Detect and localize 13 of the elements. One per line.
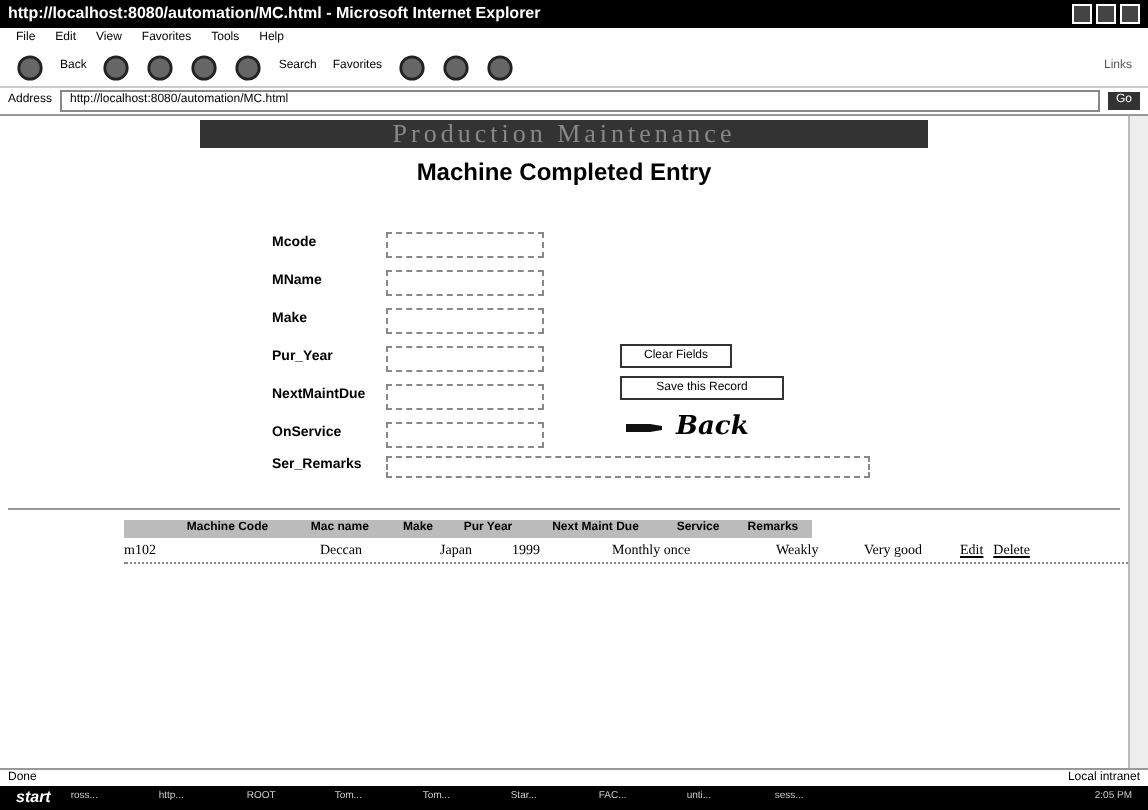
window-title: http://localhost:8080/automation/MC.html - Microsoft Internet Explorer	[8, 2, 541, 26]
start-button[interactable]: start	[16, 786, 51, 810]
text-field[interactable]	[386, 422, 544, 448]
page-heading: Machine Completed Entry	[414, 156, 714, 190]
text-field[interactable]	[386, 384, 544, 410]
banner-title: Production Maintenance	[392, 116, 736, 153]
scrollbar[interactable]	[1128, 116, 1148, 768]
remarks-field[interactable]	[386, 456, 870, 478]
text-field[interactable]	[386, 270, 544, 296]
back-link[interactable]: Back	[676, 408, 749, 447]
text-field[interactable]	[386, 308, 544, 334]
text-field[interactable]	[386, 232, 544, 258]
text-field[interactable]	[386, 346, 544, 372]
